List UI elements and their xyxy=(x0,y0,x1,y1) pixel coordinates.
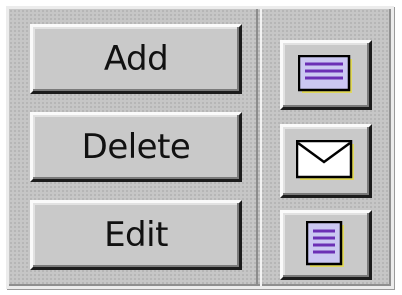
edit-button[interactable]: Edit xyxy=(30,200,242,270)
edit-button-label: Edit xyxy=(104,215,168,255)
mail-icon-button[interactable] xyxy=(280,124,372,198)
document-icon-button[interactable] xyxy=(280,210,372,280)
list-lines-icon xyxy=(298,55,352,93)
list-icon-button[interactable] xyxy=(280,40,372,110)
panel-divider xyxy=(256,9,262,286)
document-lines-icon xyxy=(306,221,344,267)
delete-button-label: Delete xyxy=(81,127,191,167)
delete-button[interactable]: Delete xyxy=(30,112,242,182)
add-button[interactable]: Add xyxy=(30,24,242,94)
add-button-label: Add xyxy=(103,39,169,79)
envelope-icon xyxy=(296,140,354,180)
